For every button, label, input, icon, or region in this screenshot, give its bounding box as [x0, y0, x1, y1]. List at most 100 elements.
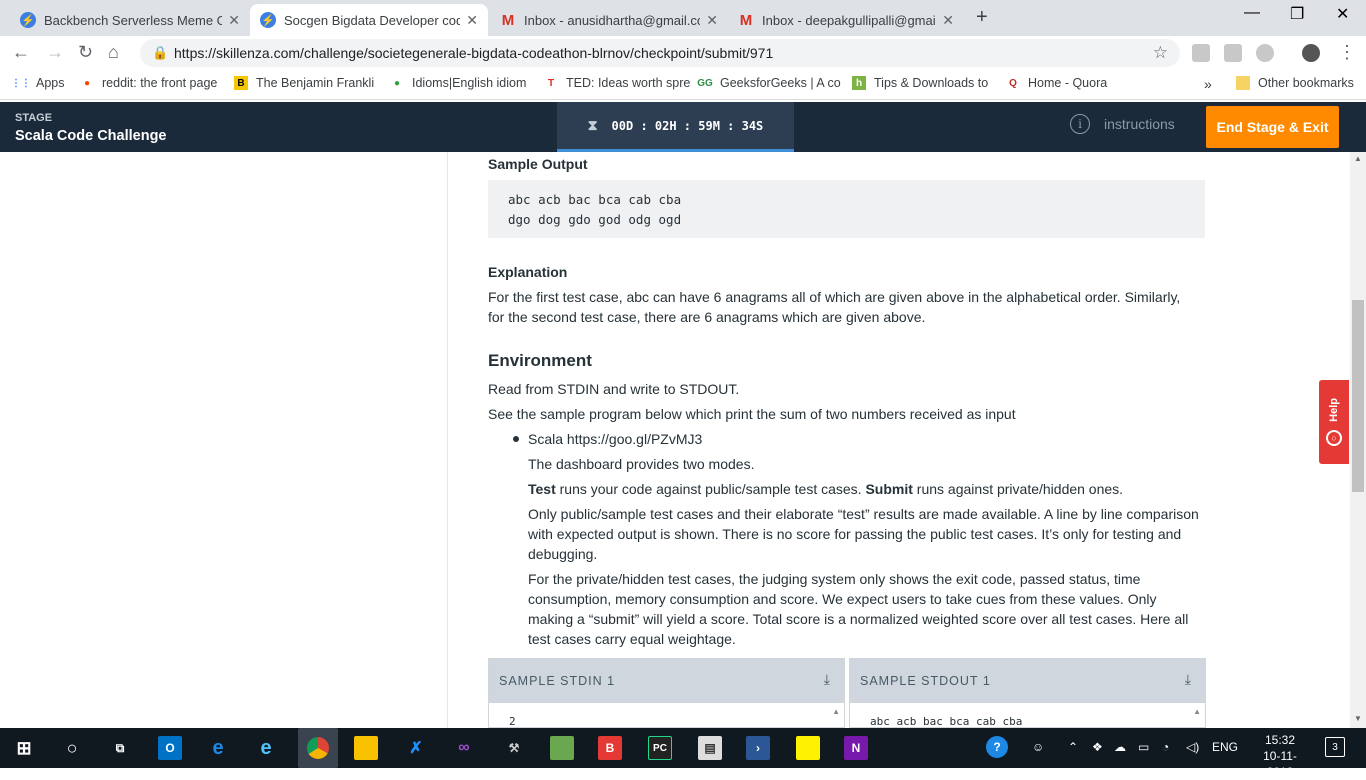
internet-explorer-icon[interactable]: e: [254, 736, 278, 760]
onenote-icon[interactable]: N: [844, 736, 868, 760]
lock-icon: 🔒: [152, 45, 169, 60]
bookmark-idioms[interactable]: ● Idioms|English idiom: [390, 76, 526, 90]
bookmark-tips[interactable]: h Tips & Downloads to: [852, 76, 988, 90]
reddit-icon: ●: [83, 77, 91, 89]
browser-tab[interactable]: M Inbox - deepakgullipalli@gmail.c ✕: [728, 4, 964, 36]
instructions-label: instructions: [1104, 116, 1175, 132]
scala-link[interactable]: Scala https://goo.gl/PZvMJ3: [528, 429, 702, 449]
dropbox-icon[interactable]: ❖: [1092, 740, 1103, 754]
close-tab-icon[interactable]: ✕: [706, 12, 718, 29]
close-tab-icon[interactable]: ✕: [466, 12, 478, 29]
forward-icon[interactable]: →: [46, 42, 64, 63]
address-bar[interactable]: 🔒 https://skillenza.com/challenge/societ…: [140, 39, 1180, 67]
sample-output-line: abc acb bac bca cab cba: [508, 192, 682, 207]
language-indicator[interactable]: ENG: [1212, 740, 1238, 754]
help-label: Help: [1328, 398, 1340, 422]
close-tab-icon[interactable]: ✕: [228, 12, 240, 29]
battery-icon[interactable]: ▭: [1138, 740, 1149, 754]
left-panel: [0, 152, 448, 728]
browser-tab-active[interactable]: ⚡ Socgen Bigdata Developer code ✕: [250, 4, 488, 36]
tab-title: Inbox - anusidhartha@gmail.com: [524, 12, 701, 28]
cortana-search-icon[interactable]: ○: [60, 736, 84, 760]
people-icon[interactable]: ☺: [1032, 740, 1044, 754]
menu-icon[interactable]: ⋮: [1338, 42, 1356, 63]
end-stage-button[interactable]: End Stage & Exit: [1206, 106, 1339, 148]
show-hidden-icons[interactable]: ⌃: [1068, 740, 1078, 754]
bookmark-reddit[interactable]: ● reddit: the front page: [80, 76, 217, 90]
close-window-icon[interactable]: ✕: [1336, 4, 1349, 24]
bookmark-star-icon[interactable]: ☆: [1153, 43, 1168, 63]
bookmark-apps[interactable]: ⋮⋮ Apps: [11, 76, 65, 90]
bookmark-geeksforgeeks[interactable]: GG GeeksforGeeks | A co: [697, 76, 840, 90]
scroll-down-arrow-icon[interactable]: ▼: [1354, 714, 1362, 723]
scroll-up-arrow-icon[interactable]: ▲: [1354, 154, 1362, 163]
wifi-icon[interactable]: ◔: [1162, 740, 1169, 754]
onedrive-icon[interactable]: ☁: [1114, 740, 1126, 754]
powershell-icon[interactable]: ›: [746, 736, 770, 760]
b-app-icon[interactable]: B: [598, 736, 622, 760]
restore-icon[interactable]: ❐: [1290, 4, 1304, 24]
system-clock[interactable]: 15:32 10-11-2018: [1250, 732, 1310, 780]
notepad-plus-icon[interactable]: [550, 736, 574, 760]
stdin-title: SAMPLE STDIN 1: [489, 659, 844, 703]
env-line-2: See the sample program below which print…: [488, 406, 1016, 422]
notifications-icon[interactable]: 3: [1325, 737, 1345, 757]
tab-title: Socgen Bigdata Developer code: [284, 12, 461, 28]
tools-icon[interactable]: ⚒: [502, 736, 526, 760]
bookmark-franklin[interactable]: B The Benjamin Frankli: [234, 76, 374, 90]
scroll-up-icon[interactable]: ▲: [1193, 707, 1201, 716]
download-icon[interactable]: ⤓: [824, 671, 830, 688]
stage-title: Scala Code Challenge: [15, 128, 167, 144]
sample-stdin-panel: SAMPLE STDIN 1 ⤓ ▲ 2: [488, 658, 845, 728]
download-icon[interactable]: ⤓: [1185, 671, 1191, 688]
explanation-text: For the first test case, abc can have 6 …: [488, 289, 1181, 325]
extension-icon[interactable]: [1224, 44, 1242, 62]
reload-icon[interactable]: ↻: [78, 42, 93, 63]
clock-time: 15:32: [1264, 733, 1296, 747]
bookmarks-bar: ⋮⋮ Apps ● reddit: the front page B The Benj…: [0, 70, 1366, 100]
pycharm-icon[interactable]: PC: [648, 736, 672, 760]
help-tray-icon[interactable]: ?: [986, 736, 1008, 758]
new-tab-button[interactable]: +: [976, 6, 988, 29]
volume-icon[interactable]: ◁): [1186, 740, 1199, 754]
ted-icon: T: [547, 77, 555, 89]
profile-avatar[interactable]: [1302, 44, 1320, 62]
url-text[interactable]: https://skillenza.com/challenge/societeg…: [174, 45, 773, 61]
folder-icon: [1236, 76, 1250, 90]
chrome-icon[interactable]: [298, 728, 338, 768]
browser-tab[interactable]: ⚡ Backbench Serverless Meme Gen ✕: [10, 4, 250, 36]
hourglass-icon: ⧗: [587, 117, 598, 134]
sample-stdout-panel: SAMPLE STDOUT 1 ⤓ ▲ abc acb bac bca cab …: [849, 658, 1206, 728]
stage-label: STAGE: [15, 112, 53, 124]
task-view-icon[interactable]: ⧉: [108, 736, 132, 760]
extension-icon[interactable]: [1192, 44, 1210, 62]
visual-studio-icon[interactable]: ∞: [452, 736, 476, 760]
document-icon[interactable]: ▤: [698, 736, 722, 760]
back-icon[interactable]: ←: [12, 42, 30, 63]
home-icon[interactable]: ⌂: [108, 42, 119, 63]
windows-start-icon[interactable]: ⊞: [12, 736, 36, 760]
minimize-icon[interactable]: —: [1244, 4, 1260, 22]
help-button[interactable]: Help ○: [1319, 380, 1349, 464]
sample-output-box: abc acb bac bca cab cba dgo dog gdo god …: [488, 180, 1205, 238]
extension-icon[interactable]: [1256, 44, 1274, 62]
instructions-button[interactable]: i instructions: [1070, 114, 1175, 134]
sticky-notes-icon[interactable]: [796, 736, 820, 760]
other-bookmarks[interactable]: Other bookmarks: [1236, 76, 1354, 90]
edge-icon[interactable]: e: [206, 736, 230, 760]
scroll-thumb[interactable]: [1352, 300, 1364, 492]
bookmark-ted[interactable]: T TED: Ideas worth spre: [544, 76, 690, 90]
skillenza-icon: ⚡: [260, 12, 276, 28]
env-line-1: Read from STDIN and write to STDOUT.: [488, 381, 740, 397]
countdown-timer: ⧗ 00D : 02H : 59M : 34S: [557, 102, 794, 152]
file-explorer-icon[interactable]: [354, 736, 378, 760]
clock-date: 10-11-2018: [1263, 749, 1297, 779]
more-bookmarks-icon[interactable]: »: [1204, 76, 1212, 92]
browser-tab[interactable]: M Inbox - anusidhartha@gmail.com ✕: [490, 4, 728, 36]
problem-content: Sample Output abc acb bac bca cab cba dg…: [488, 152, 1206, 728]
vscode-icon[interactable]: ✗: [404, 736, 428, 760]
close-tab-icon[interactable]: ✕: [942, 12, 954, 29]
scroll-up-icon[interactable]: ▲: [832, 707, 840, 716]
bookmark-quora[interactable]: Q Home - Quora: [1006, 76, 1107, 90]
outlook-icon[interactable]: O: [158, 736, 182, 760]
